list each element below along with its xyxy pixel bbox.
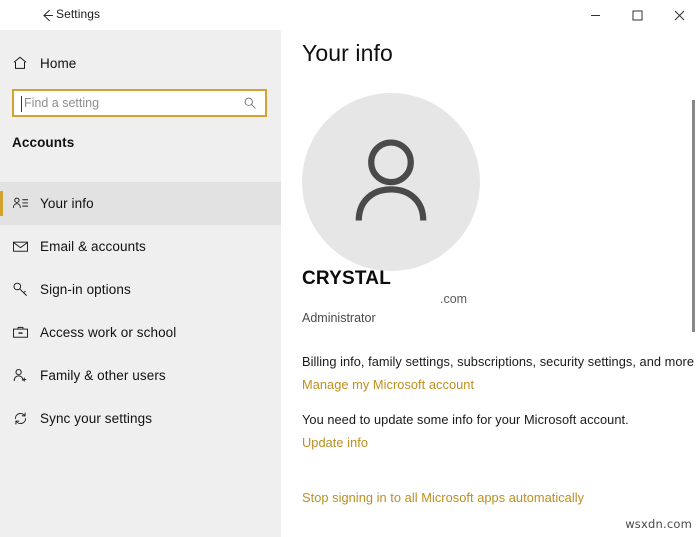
sidebar-item-sync-settings[interactable]: Sync your settings (0, 397, 281, 440)
account-name: CRYSTAL (302, 268, 392, 289)
sidebar-item-signin-options[interactable]: Sign-in options (0, 268, 281, 311)
key-icon (0, 281, 40, 298)
close-icon[interactable] (658, 0, 700, 30)
stop-signing-in-link[interactable]: Stop signing in to all Microsoft apps au… (302, 490, 584, 505)
sidebar-item-label: Sync your settings (40, 411, 153, 426)
user-plus-icon (0, 367, 40, 384)
sidebar-item-label: Family & other users (40, 368, 166, 383)
sidebar-item-label: Access work or school (40, 325, 177, 340)
account-email: .com (440, 292, 468, 306)
sidebar: Home Accounts (0, 0, 281, 537)
section-heading-accounts: Accounts (12, 135, 75, 150)
window-title: Settings (56, 7, 101, 21)
user-card-icon (0, 195, 40, 212)
sidebar-nav-list: Your info Email & accounts Sign-in optio… (0, 182, 281, 440)
manage-microsoft-account-link[interactable]: Manage my Microsoft account (302, 377, 474, 392)
text-caret (21, 96, 22, 112)
person-avatar-icon (339, 128, 443, 237)
search-box[interactable] (12, 89, 267, 117)
scrollbar-thumb[interactable] (692, 100, 695, 332)
main-content: Your info CRYSTAL .com Administrator Bil… (281, 0, 700, 537)
page-title: Your info (302, 40, 393, 66)
title-bar: Settings (0, 0, 700, 30)
home-label: Home (40, 55, 77, 71)
account-role: Administrator (302, 311, 376, 325)
briefcase-icon (0, 324, 40, 341)
sidebar-item-email-accounts[interactable]: Email & accounts (0, 225, 281, 268)
minimize-icon[interactable] (574, 0, 616, 30)
sidebar-item-label: Your info (40, 196, 94, 211)
sidebar-item-access-work-school[interactable]: Access work or school (0, 311, 281, 354)
home-icon (0, 55, 40, 71)
envelope-icon (0, 238, 40, 255)
sidebar-item-your-info[interactable]: Your info (0, 182, 281, 225)
update-notice-text: You need to update some info for your Mi… (302, 412, 629, 427)
billing-info-text: Billing info, family settings, subscript… (302, 354, 694, 369)
sidebar-item-home[interactable]: Home (0, 48, 281, 78)
sync-icon (0, 410, 40, 427)
sidebar-item-family-other-users[interactable]: Family & other users (0, 354, 281, 397)
settings-window: Settings Home Find a setting Accounts Yo… (0, 0, 700, 537)
maximize-icon[interactable] (616, 0, 658, 30)
sidebar-item-label: Email & accounts (40, 239, 146, 254)
window-controls (574, 0, 700, 30)
search-icon[interactable] (237, 91, 263, 115)
watermark: wsxdn.com (625, 517, 692, 531)
avatar[interactable] (302, 93, 480, 271)
update-info-link[interactable]: Update info (302, 435, 368, 450)
search-input[interactable] (14, 96, 237, 110)
sidebar-item-label: Sign-in options (40, 282, 131, 297)
